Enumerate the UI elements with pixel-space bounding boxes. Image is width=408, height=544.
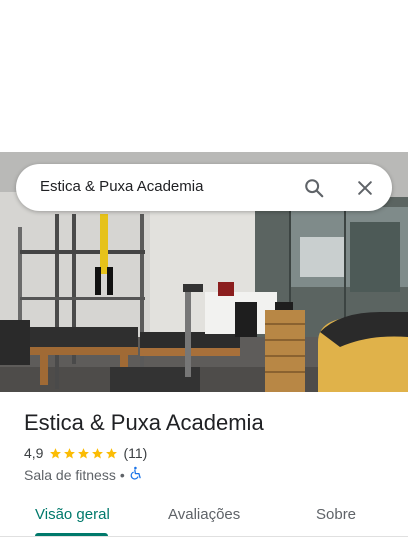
place-tabs: Visão geral Avaliações Sobre [0,492,408,544]
star-icon [78,447,90,458]
category-row: Sala de fitness • [24,466,143,483]
tab-about[interactable]: Sobre [316,506,356,523]
star-icon [64,447,76,458]
place-category: Sala de fitness [24,466,116,483]
star-icon [92,447,104,458]
search-icon[interactable] [301,175,327,201]
close-icon[interactable] [352,175,378,201]
map-blank-area [0,0,408,152]
wheelchair-icon [129,466,143,483]
place-info-panel: Estica & Puxa Academia 4,9 (11) Sala de … [0,392,408,544]
separator-dot: • [119,466,125,483]
search-input[interactable]: Estica & Puxa Academia [40,178,203,195]
search-bar[interactable]: Estica & Puxa Academia [16,164,392,211]
star-icon [106,447,118,458]
star-rating [49,447,119,460]
review-count[interactable]: (11) [123,445,147,461]
tab-overview[interactable]: Visão geral [35,506,110,523]
tab-reviews[interactable]: Avaliações [168,506,240,523]
star-icon [50,447,62,458]
rating-row[interactable]: 4,9 (11) [24,445,147,461]
rating-value: 4,9 [24,445,44,461]
tabs-divider [0,536,408,537]
place-title: Estica & Puxa Academia [24,410,264,435]
